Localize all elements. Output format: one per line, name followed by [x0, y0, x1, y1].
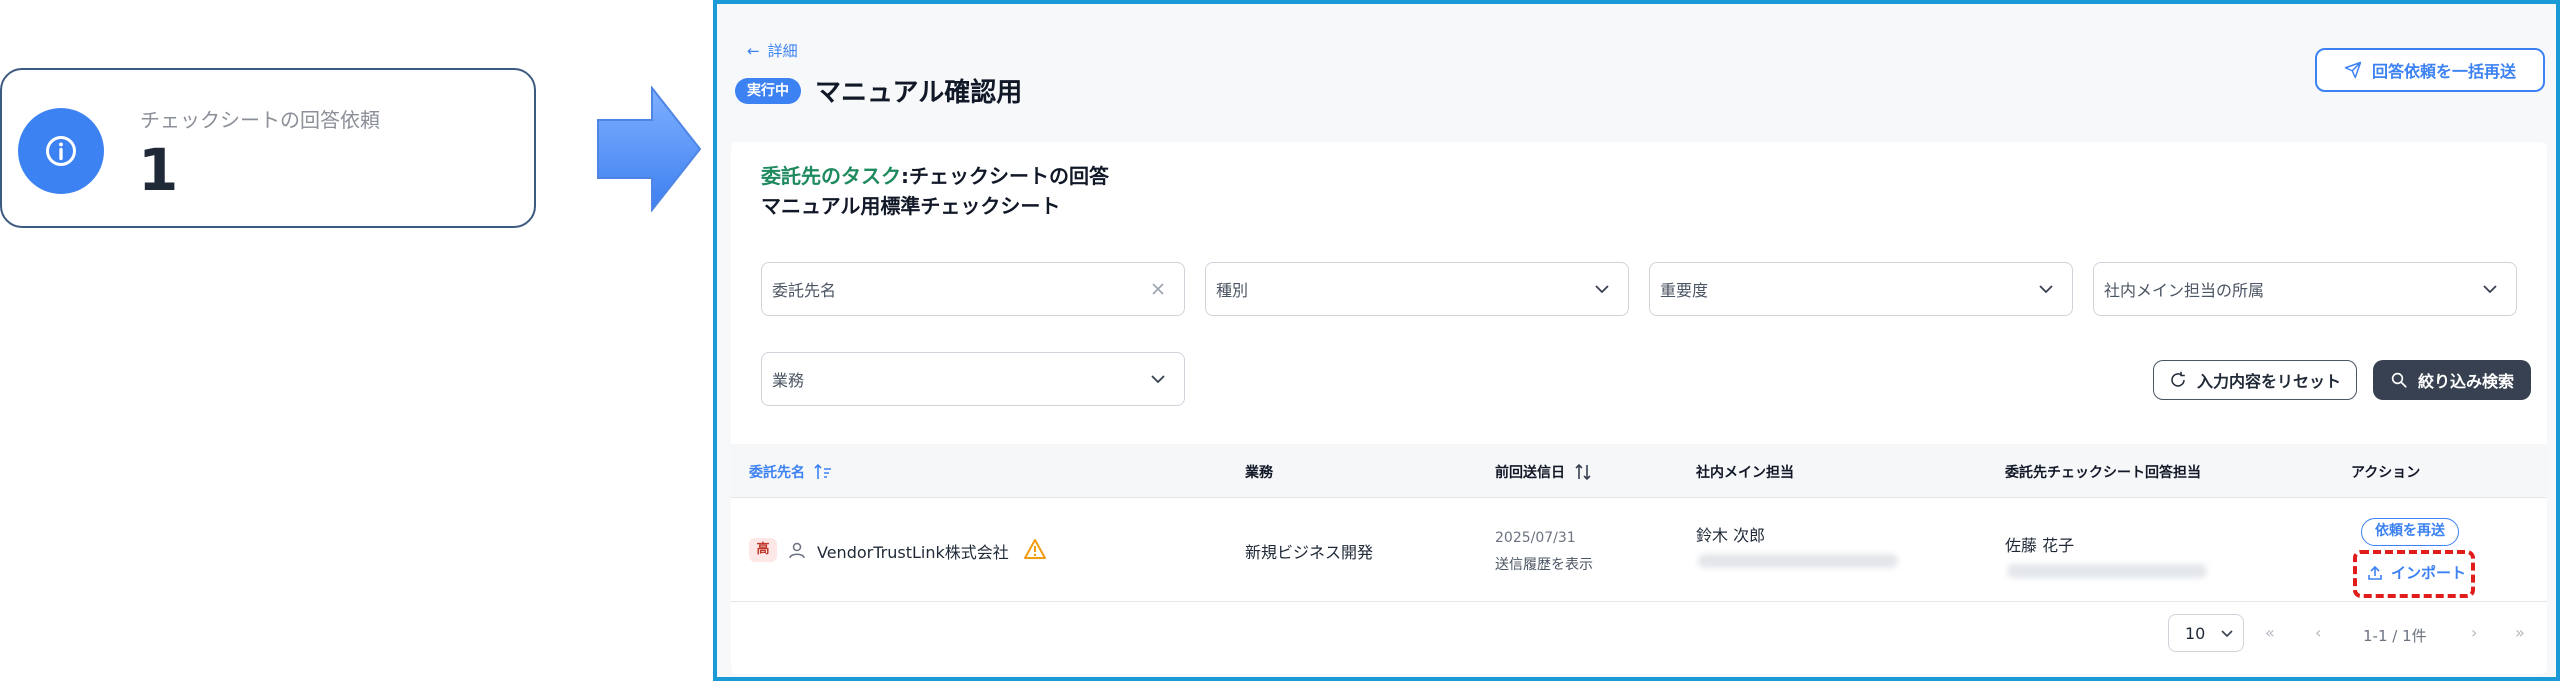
- main-contact-name: 鈴木 次郎: [1696, 526, 1766, 545]
- column-main-contact: 社内メイン担当: [1696, 465, 1794, 481]
- refresh-icon: [2171, 371, 2185, 387]
- search-button[interactable]: 絞り込み検索: [2373, 360, 2531, 400]
- first-page-icon[interactable]: «: [2265, 623, 2275, 642]
- prev-page-icon[interactable]: ‹: [2315, 623, 2321, 642]
- vendor-name[interactable]: VendorTrustLink株式会社: [817, 539, 1009, 563]
- user-icon: [789, 542, 805, 559]
- page-size-select[interactable]: 10: [2168, 614, 2244, 652]
- column-sheet-contact: 委託先チェックシート回答担当: [2005, 465, 2201, 481]
- column-last-sent[interactable]: 前回送信日: [1495, 462, 1593, 482]
- arrow-left-icon: ←: [747, 41, 760, 60]
- last-page-icon[interactable]: »: [2515, 623, 2525, 642]
- content-area: 委託先のタスク:チェックシートの回答 マニュアル用標準チェックシート 委託先名 …: [731, 142, 2547, 674]
- next-page-icon[interactable]: ›: [2471, 623, 2477, 642]
- sort-asc-icon[interactable]: [813, 463, 833, 481]
- type-select[interactable]: 種別: [1205, 262, 1629, 316]
- chevron-down-icon: [2483, 285, 2497, 294]
- column-vendor[interactable]: 委託先名: [749, 462, 833, 482]
- history-link[interactable]: 送信履歴を表示: [1495, 554, 1593, 574]
- business-value: 新規ビジネス開発: [1245, 543, 1374, 562]
- column-action: アクション: [2351, 465, 2421, 481]
- table-row: 高 VendorTrustLink株式会社 新規ビジネス開発 2025/07/3…: [731, 498, 2547, 602]
- table-header: 委託先名 業務 前回送信日 社内メイン担当 委託先チェックシート回答担当 アクシ…: [731, 444, 2547, 498]
- upload-icon: [2368, 565, 2382, 580]
- main-contact-email: [1698, 554, 1898, 568]
- sheet-contact-name: 佐藤 花子: [2005, 536, 2075, 555]
- info-icon: [18, 108, 104, 194]
- sort-icon[interactable]: [1573, 463, 1593, 481]
- chevron-down-icon: [1151, 375, 1165, 384]
- import-highlight: インポート: [2353, 550, 2475, 598]
- stat-card: チェックシートの回答依頼 1: [0, 68, 536, 228]
- close-icon[interactable]: [1148, 279, 1168, 299]
- importance-select[interactable]: 重要度: [1649, 262, 2073, 316]
- page-title: マニュアル確認用: [815, 78, 1023, 108]
- import-button[interactable]: インポート: [2367, 562, 2466, 583]
- status-badge: 実行中: [735, 78, 801, 104]
- resend-all-button[interactable]: 回答依頼を一括再送: [2315, 48, 2545, 92]
- detail-panel: ← 詳細 実行中 マニュアル確認用 回答依頼を一括再送 委託先のタスク:チェック…: [713, 0, 2560, 681]
- priority-badge: 高: [749, 538, 777, 562]
- column-business: 業務: [1245, 465, 1273, 481]
- stat-value: 1: [138, 136, 179, 204]
- send-icon: [2344, 61, 2362, 79]
- sheet-contact-email: [2007, 564, 2207, 578]
- arrow-right-icon: [597, 86, 702, 212]
- warning-icon: [1024, 539, 1046, 559]
- sheet-name: マニュアル用標準チェックシート: [761, 194, 1061, 218]
- stat-label: チェックシートの回答依頼: [140, 108, 380, 132]
- page-count: 1-1 / 1件: [2363, 627, 2427, 645]
- business-select[interactable]: 業務: [761, 352, 1185, 406]
- chevron-down-icon: [2221, 630, 2233, 638]
- vendor-name-input[interactable]: 委託先名: [761, 262, 1185, 316]
- chevron-down-icon: [1595, 285, 1609, 294]
- search-icon: [2391, 372, 2407, 388]
- department-select[interactable]: 社内メイン担当の所属: [2093, 262, 2517, 316]
- resend-button[interactable]: 依頼を再送: [2361, 518, 2459, 546]
- last-sent-date: 2025/07/31: [1495, 530, 1576, 546]
- task-title: 委託先のタスク:チェックシートの回答: [761, 164, 1109, 188]
- reset-button[interactable]: 入力内容をリセット: [2153, 360, 2357, 400]
- back-link[interactable]: ← 詳細: [747, 40, 798, 61]
- chevron-down-icon: [2039, 285, 2053, 294]
